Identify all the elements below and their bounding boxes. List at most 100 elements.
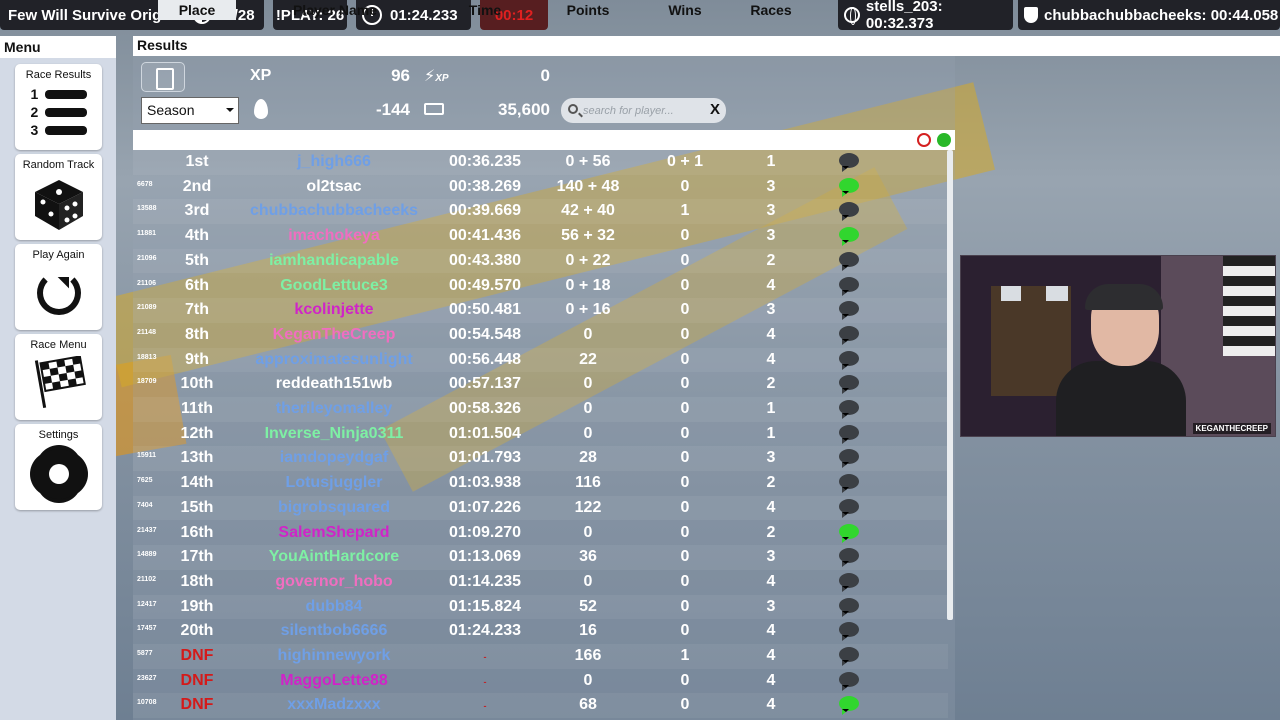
time-cell: 00:58.326 — [448, 400, 522, 417]
player-name-link[interactable]: governor_hobo — [229, 573, 439, 591]
chat-bubble-icon[interactable] — [839, 276, 859, 296]
table-row[interactable]: 21106 6th GoodLettuce3 00:49.570 0 + 18 0 4 — [133, 274, 948, 299]
clear-search-button[interactable]: X — [710, 101, 720, 118]
player-name-link[interactable]: therileyomalley — [229, 400, 439, 418]
player-name-link[interactable]: reddeath151wb — [229, 375, 439, 393]
races-cell: 3 — [766, 449, 776, 467]
info-icon[interactable] — [937, 133, 951, 147]
player-name-link[interactable]: highinnewyork — [229, 647, 439, 665]
xp-label: XP — [250, 67, 272, 84]
table-row[interactable]: 14889 17th YouAintHardcore 01:13.069 36 0 3 — [133, 545, 948, 570]
points-cell: 122 — [574, 498, 602, 516]
table-row[interactable]: 10708 DNF xxxMadzxxx -68 0 4 — [133, 693, 948, 719]
table-row[interactable]: 21089 7th kcolinjette 00:50.481 0 + 16 0 3 — [133, 298, 948, 323]
chat-bubble-icon[interactable] — [839, 622, 859, 642]
search-input[interactable] — [583, 102, 703, 119]
chat-bubble-icon[interactable] — [839, 375, 859, 395]
chat-bubble-icon[interactable] — [839, 523, 859, 543]
player-name-link[interactable]: chubbachubbacheeks — [229, 202, 439, 220]
player-name-link[interactable]: Lotusjuggler — [229, 474, 439, 492]
table-row[interactable]: 18709 10th reddeath151wb 00:57.137 0 0 2 — [133, 372, 948, 397]
chat-bubble-icon[interactable] — [839, 424, 859, 444]
table-row[interactable]: 6678 2nd ol2tsac 00:38.269 140 + 48 0 3 — [133, 175, 948, 200]
time-cell: 00:57.137 — [448, 375, 522, 393]
player-name-link[interactable]: iamhandicapable — [229, 252, 439, 270]
chat-bubble-icon[interactable] — [839, 325, 859, 345]
player-name-link[interactable]: SalemShepard — [229, 524, 439, 542]
table-row[interactable]: 12th Inverse_Ninja0311 01:01.504 0 0 1 — [133, 422, 948, 447]
chat-bubble-icon[interactable] — [839, 153, 859, 172]
table-row[interactable]: 21148 8th KeganTheCreep 00:54.548 0 0 4 — [133, 323, 948, 348]
table-row[interactable]: 11th therileyomalley 00:58.326 0 0 1 — [133, 397, 948, 422]
chat-bubble-icon[interactable] — [839, 227, 859, 247]
table-row[interactable]: 18813 9th approximatesunlight 00:56.448 22 0 4 — [133, 347, 948, 373]
chat-bubble-icon[interactable] — [839, 498, 859, 518]
chat-bubble-icon[interactable] — [839, 474, 859, 494]
table-row[interactable]: 12417 19th dubb84 01:15.824 52 0 3 — [133, 594, 948, 620]
random-track-button[interactable]: Random Track — [15, 154, 102, 240]
player-name-link[interactable]: xxxMadzxxx — [229, 696, 439, 714]
table-row[interactable]: 17457 20th silentbob6666 01:24.233 16 0 4 — [133, 619, 948, 644]
chat-bubble-icon[interactable] — [839, 696, 859, 716]
player-name-link[interactable]: GoodLettuce3 — [229, 277, 439, 295]
table-row[interactable]: 15911 13th iamdopeydgaf 01:01.793 28 0 3 — [133, 446, 948, 472]
player-name-link[interactable]: kcolinjette — [229, 301, 439, 319]
player-name-link[interactable]: approximatesunlight — [229, 351, 439, 369]
player-name-link[interactable]: Inverse_Ninja0311 — [229, 425, 439, 443]
play-again-button[interactable]: Play Again — [15, 244, 102, 330]
chat-bubble-icon[interactable] — [839, 251, 859, 271]
chat-bubble-icon[interactable] — [839, 202, 859, 222]
player-name-link[interactable]: ol2tsac — [229, 178, 439, 196]
chat-bubble-icon[interactable] — [839, 449, 859, 469]
season-dropdown[interactable]: Season — [141, 97, 239, 124]
chat-bubble-icon[interactable] — [839, 400, 859, 419]
player-name-link[interactable]: bigrobsquared — [229, 499, 439, 517]
column-time[interactable]: Time — [450, 2, 520, 18]
place-cell: 18th — [180, 572, 214, 590]
player-name-link[interactable]: j_high666 — [229, 153, 439, 171]
player-name-link[interactable]: iamdopeydgaf — [229, 449, 439, 467]
race-results-button[interactable]: Race Results 1 2 3 — [15, 64, 102, 150]
points-cell: 22 — [579, 350, 597, 368]
player-name-link[interactable]: dubb84 — [229, 598, 439, 616]
table-row[interactable]: 21096 5th iamhandicapable 00:43.380 0 + 22 0 2 — [133, 248, 948, 274]
time-cell: 01:03.938 — [448, 474, 522, 492]
chat-bubble-icon[interactable] — [839, 548, 859, 568]
chat-bubble-icon[interactable] — [839, 350, 859, 370]
column-place[interactable]: Place — [158, 0, 236, 20]
table-row[interactable]: 21437 16th SalemShepard 01:09.270 0 0 2 — [133, 521, 948, 546]
race-menu-button[interactable]: Race Menu — [15, 334, 102, 420]
player-name-link[interactable]: KeganTheCreep — [229, 326, 439, 344]
chat-bubble-icon[interactable] — [839, 301, 859, 321]
settings-button[interactable]: Settings — [15, 424, 102, 510]
chat-bubble-icon[interactable] — [839, 177, 859, 197]
table-row[interactable]: 11881 4th imachokeya 00:41.436 56 + 32 0 3 — [133, 224, 948, 249]
table-row[interactable]: 21102 18th governor_hobo 01:14.235 0 0 4 — [133, 570, 948, 595]
player-name-link[interactable]: imachokeya — [229, 227, 439, 245]
table-row[interactable]: 1st j_high666 00:36.235 0 + 56 0 + 1 1 — [133, 150, 948, 175]
shield-icon — [1024, 7, 1038, 23]
points-cell: 0 + 18 — [565, 276, 611, 294]
table-row[interactable]: 7404 15th bigrobsquared 01:07.226 122 0 4 — [133, 495, 948, 521]
player-name-link[interactable]: MaggoLette88 — [229, 672, 439, 690]
chat-bubble-icon[interactable] — [839, 647, 859, 666]
clock-icon[interactable] — [917, 133, 931, 147]
player-name-link[interactable]: silentbob6666 — [229, 622, 439, 640]
table-row[interactable]: 7625 14th Lotusjuggler 01:03.938 116 0 2 — [133, 471, 948, 496]
column-points[interactable]: Points — [553, 2, 623, 18]
races-cell: 4 — [766, 276, 776, 294]
player-name-link[interactable]: YouAintHardcore — [229, 548, 439, 566]
chat-bubble-icon[interactable] — [839, 671, 859, 691]
place-cell: 2nd — [182, 177, 212, 195]
results-scrollbar[interactable] — [947, 150, 953, 620]
column-player-name[interactable]: Player Name — [280, 2, 390, 18]
column-wins[interactable]: Wins — [650, 2, 720, 18]
dice-icon — [34, 180, 83, 230]
copy-results-button[interactable] — [141, 62, 185, 92]
chat-bubble-icon[interactable] — [839, 597, 859, 617]
table-row[interactable]: 13588 3rd chubbachubbacheeks 00:39.669 42 + … — [133, 199, 948, 225]
table-row[interactable]: 23627 DNF MaggoLette88-0 0 4 — [133, 669, 948, 694]
table-row[interactable]: 5877 DNF highinnewyork -166 1 4 — [133, 644, 948, 669]
chat-bubble-icon[interactable] — [839, 572, 859, 592]
column-races[interactable]: Races — [736, 2, 806, 18]
